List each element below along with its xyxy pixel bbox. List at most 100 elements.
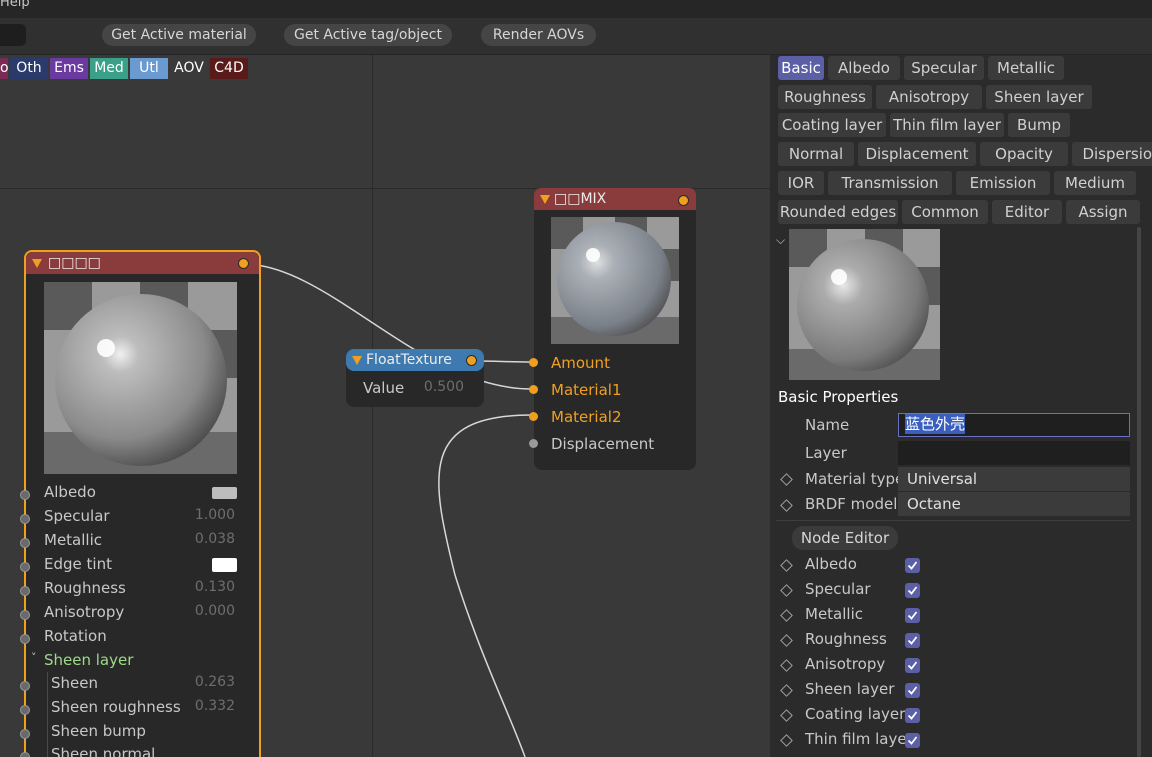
- checkmark-icon: [907, 686, 918, 695]
- param-sheen-roughness-value[interactable]: 0.332: [166, 698, 235, 714]
- param-metallic-value[interactable]: 0.038: [166, 531, 235, 547]
- mix-node[interactable]: □□MIX Amount Material1 Material2 Displac…: [529, 188, 696, 470]
- param-sheen-layer-label: Sheen layer: [44, 651, 134, 669]
- edge-tint-input-port[interactable]: [20, 562, 30, 572]
- tab-anisotropy[interactable]: Anisotropy: [876, 85, 982, 109]
- node-canvas[interactable]: o Oth Ems Med Utl AOV C4D □□□□ Albedo Sp…: [0, 55, 770, 757]
- specular-input-port[interactable]: [20, 514, 30, 524]
- get-active-tag-button[interactable]: Get Active tag/object: [284, 24, 452, 46]
- checkmark-icon: [907, 711, 918, 720]
- chevron-down-icon[interactable]: ⌵: [776, 233, 785, 248]
- float-value[interactable]: 0.500: [416, 379, 464, 395]
- anisotropy-input-port[interactable]: [20, 610, 30, 620]
- albedo-color-swatch[interactable]: [212, 487, 237, 499]
- keyframe-diamond-icon[interactable]: [780, 473, 793, 486]
- check-anisotropy-checkbox[interactable]: [905, 658, 920, 673]
- name-value: 蓝色外壳: [905, 414, 966, 434]
- material2-port[interactable]: [529, 412, 538, 421]
- float-texture-header[interactable]: FloatTexture: [346, 349, 484, 371]
- group-indent-line: [47, 672, 48, 757]
- keyframe-diamond-icon[interactable]: [780, 634, 793, 647]
- tab-rounded-edges[interactable]: Rounded edges: [778, 200, 898, 224]
- sheen-roughness-input-port[interactable]: [20, 705, 30, 715]
- tab-opacity[interactable]: Opacity: [980, 142, 1068, 166]
- tab-bump[interactable]: Bump: [1008, 113, 1070, 137]
- float-texture-node[interactable]: FloatTexture Value 0.500: [346, 349, 484, 407]
- tab-basic[interactable]: Basic: [778, 56, 824, 80]
- displacement-port[interactable]: [529, 439, 538, 448]
- tab-ior[interactable]: IOR: [778, 171, 824, 195]
- panel-scrollbar[interactable]: [1137, 227, 1141, 757]
- tab-specular[interactable]: Specular: [904, 56, 984, 80]
- tab-transmission[interactable]: Transmission: [828, 171, 952, 195]
- check-sheen-layer-checkbox[interactable]: [905, 683, 920, 698]
- rotation-input-port[interactable]: [20, 634, 30, 644]
- keyframe-diamond-icon[interactable]: [780, 709, 793, 722]
- sheen-input-port[interactable]: [20, 681, 30, 691]
- get-active-material-button[interactable]: Get Active material: [102, 24, 256, 46]
- param-roughness-value[interactable]: 0.130: [166, 579, 235, 595]
- mix-node-header[interactable]: □□MIX: [534, 188, 696, 210]
- brdf-model-select[interactable]: Octane: [898, 492, 1130, 516]
- tab-medium[interactable]: Medium: [1054, 171, 1136, 195]
- material-output-port[interactable]: [238, 258, 249, 269]
- chevron-down-icon[interactable]: ˅: [31, 651, 37, 664]
- tab-roughness[interactable]: Roughness: [778, 85, 872, 109]
- tab-common[interactable]: Common: [902, 200, 988, 224]
- material-node[interactable]: □□□□ Albedo Specular 1.000 Metallic 0.038 Edg…: [20, 250, 261, 757]
- keyframe-diamond-icon[interactable]: [780, 684, 793, 697]
- collapse-triangle-icon[interactable]: [32, 259, 42, 268]
- tab-coating-layer[interactable]: Coating layer: [778, 113, 886, 137]
- tab-albedo[interactable]: Albedo: [828, 56, 900, 80]
- check-albedo-checkbox[interactable]: [905, 558, 920, 573]
- keyframe-diamond-icon[interactable]: [780, 499, 793, 512]
- menu-help[interactable]: Help: [0, 0, 30, 10]
- collapse-triangle-icon[interactable]: [352, 356, 362, 365]
- keyframe-diamond-icon[interactable]: [780, 609, 793, 622]
- albedo-input-port[interactable]: [20, 490, 30, 500]
- name-field[interactable]: 蓝色外壳: [898, 413, 1130, 437]
- material-node-header[interactable]: □□□□: [26, 252, 259, 274]
- metallic-input-port[interactable]: [20, 538, 30, 548]
- amount-port[interactable]: [529, 358, 538, 367]
- sheen-bump-input-port[interactable]: [20, 729, 30, 739]
- check-specular-checkbox[interactable]: [905, 583, 920, 598]
- param-sheen-label: Sheen: [51, 674, 98, 692]
- tab-editor[interactable]: Editor: [992, 200, 1062, 224]
- check-coating-layer-checkbox[interactable]: [905, 708, 920, 723]
- check-roughness-label: Roughness: [805, 630, 887, 648]
- edge-tint-color-swatch[interactable]: [212, 558, 237, 572]
- param-specular-value[interactable]: 1.000: [166, 507, 235, 523]
- check-anisotropy-label: Anisotropy: [805, 655, 886, 673]
- tab-displacement[interactable]: Displacement: [858, 142, 976, 166]
- param-anisotropy-label: Anisotropy: [44, 603, 125, 621]
- material-type-select[interactable]: Universal: [898, 467, 1130, 491]
- render-aovs-button[interactable]: Render AOVs: [481, 24, 596, 46]
- roughness-input-port[interactable]: [20, 586, 30, 596]
- material1-port[interactable]: [529, 385, 538, 394]
- tab-emission[interactable]: Emission: [956, 171, 1050, 195]
- float-output-port[interactable]: [466, 355, 477, 366]
- keyframe-diamond-icon[interactable]: [780, 659, 793, 672]
- param-edge-tint-label: Edge tint: [44, 555, 112, 573]
- layer-field[interactable]: [898, 441, 1130, 465]
- check-metallic-checkbox[interactable]: [905, 608, 920, 623]
- param-anisotropy-value[interactable]: 0.000: [166, 603, 235, 619]
- check-roughness-checkbox[interactable]: [905, 633, 920, 648]
- node-editor-button[interactable]: Node Editor: [792, 526, 898, 550]
- tab-dispersion[interactable]: Dispersion: [1072, 142, 1152, 166]
- tab-sheen-layer[interactable]: Sheen layer: [986, 85, 1092, 109]
- keyframe-diamond-icon[interactable]: [780, 584, 793, 597]
- tab-metallic[interactable]: Metallic: [988, 56, 1064, 80]
- tab-assign[interactable]: Assign: [1066, 200, 1140, 224]
- mix-output-port[interactable]: [678, 195, 689, 206]
- toolbar-stub[interactable]: [0, 24, 26, 46]
- sheen-normal-input-port[interactable]: [20, 752, 30, 757]
- keyframe-diamond-icon[interactable]: [780, 734, 793, 747]
- check-thin-film-layer-checkbox[interactable]: [905, 733, 920, 748]
- tab-thin-film-layer[interactable]: Thin film layer: [890, 113, 1004, 137]
- keyframe-diamond-icon[interactable]: [780, 559, 793, 572]
- collapse-triangle-icon[interactable]: [540, 195, 550, 204]
- param-sheen-value[interactable]: 0.263: [166, 674, 235, 690]
- tab-normal[interactable]: Normal: [778, 142, 854, 166]
